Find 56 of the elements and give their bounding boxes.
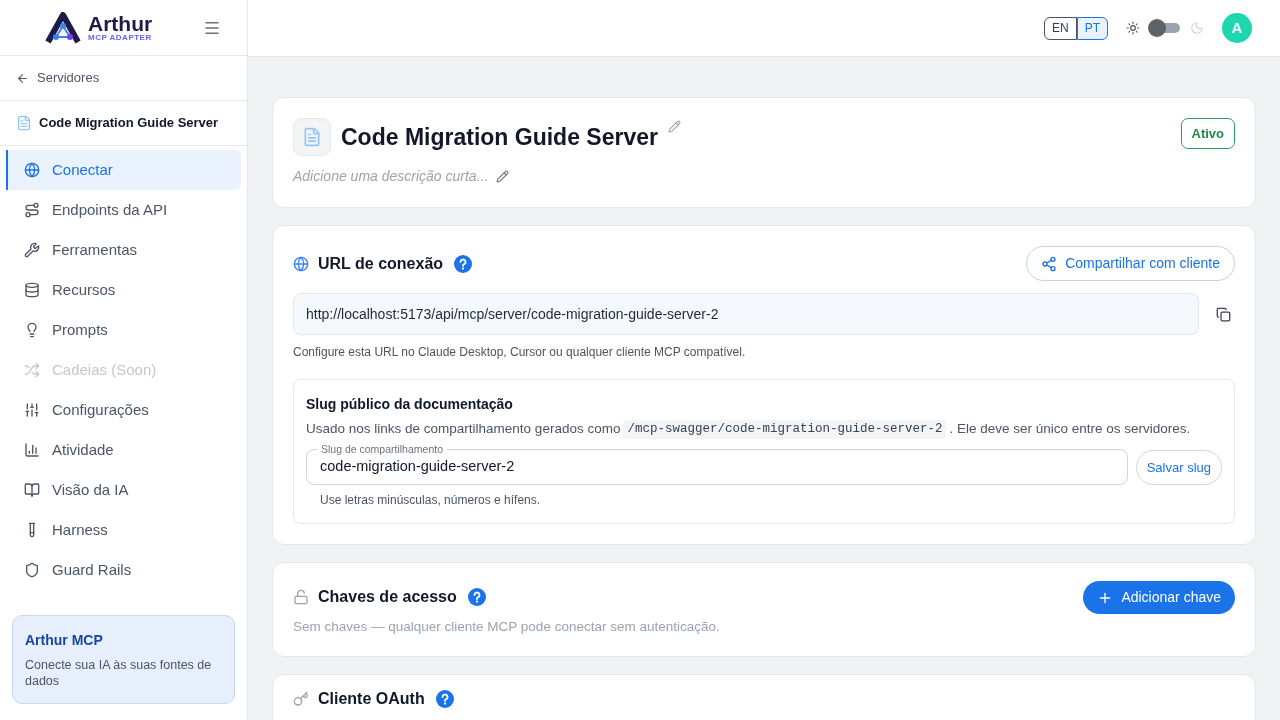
brand-tagline: MCP ADAPTER	[88, 34, 153, 42]
shuffle-icon	[24, 362, 40, 378]
wrench-icon	[24, 242, 40, 258]
share-icon	[1041, 255, 1058, 272]
status-badge: Ativo	[1180, 118, 1235, 149]
nav-item[interactable]: Recursos	[6, 270, 241, 310]
nav-item[interactable]: Visão da IA	[6, 470, 241, 510]
moon-icon	[1190, 21, 1204, 35]
globe-icon	[24, 162, 40, 178]
shield-icon	[24, 562, 40, 578]
nav-item[interactable]: Prompts	[6, 310, 241, 350]
url-hint: Configure esta URL no Claude Desktop, Cursor ou qualquer cliente MCP compatível.	[293, 344, 747, 361]
document-icon	[302, 127, 322, 147]
globe-icon	[293, 255, 309, 272]
logo-icon	[44, 11, 82, 44]
edit-button[interactable]	[496, 170, 510, 183]
nav-item[interactable]: Ferramentas	[6, 230, 241, 270]
back-arrow-icon	[16, 71, 29, 85]
nav-item[interactable]: Guard Rails	[6, 550, 241, 590]
sun-icon	[1126, 21, 1140, 35]
slug-path: /mcp-swagger/code-migration-guide-server-2	[623, 419, 947, 439]
sliders-icon	[24, 402, 40, 418]
help-icon[interactable]	[467, 588, 486, 607]
server-title: Code Migration Guide Server	[341, 122, 658, 152]
document-icon	[16, 115, 32, 131]
lightbulb-icon	[24, 322, 40, 338]
language-toggle[interactable]: PT	[1076, 16, 1108, 40]
book-icon	[24, 482, 40, 498]
back-link[interactable]: Servidores	[16, 68, 100, 88]
nav-item[interactable]: Atividade	[6, 430, 241, 470]
bar-chart-icon	[24, 442, 40, 458]
route-icon	[24, 202, 40, 218]
slug-hint: Use letras minúsculas, números e hífens.	[320, 492, 542, 510]
promo-title: Arthur MCP	[25, 631, 104, 650]
nav-item[interactable]: Conectar	[6, 150, 241, 190]
brand-name: Arthur	[88, 13, 153, 34]
server-name: Code Migration Guide Server	[39, 114, 219, 133]
add-key-button[interactable]: Adicionar chave	[1083, 581, 1235, 615]
section-title: Cliente OAuth	[318, 688, 425, 709]
key-icon	[293, 690, 309, 707]
edit-button[interactable]	[667, 120, 681, 133]
empty-keys-text: Sem chaves — qualquer cliente MCP pode conectar sem autenticação.	[293, 618, 720, 637]
unlocked-icon	[293, 589, 309, 606]
slug-title: Slug público da documentação	[306, 395, 514, 414]
help-icon[interactable]	[435, 689, 454, 708]
help-icon[interactable]	[454, 254, 473, 273]
nav-item[interactable]: Configurações	[6, 390, 241, 430]
language-toggle[interactable]: EN	[1044, 16, 1077, 40]
section-title: Chaves de acesso	[318, 587, 457, 608]
url-field[interactable]: http://localhost:5173/api/mcp/server/code-migration-guide-server-2	[293, 293, 1199, 335]
nav-item[interactable]: Endpoints da API	[6, 190, 241, 230]
nav-item[interactable]: Harness	[6, 510, 241, 550]
database-icon	[24, 282, 40, 298]
slug-description: Usado nos links de compartilhamento gerados como /mcp-swagger/code-migration-guide-server-2 . Ele deve ser único entre os servidores.	[306, 419, 1222, 440]
promo-text: Conecte sua IA às suas fontes de dados	[25, 657, 213, 689]
section-title: URL de conexão	[318, 253, 444, 274]
